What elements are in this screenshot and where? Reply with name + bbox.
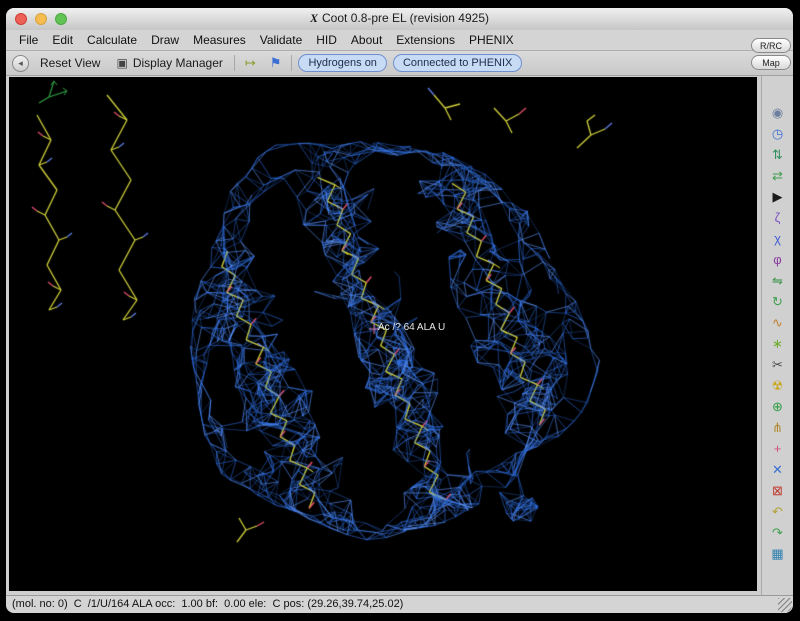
menu-validate[interactable]: Validate (253, 31, 309, 49)
auto-fit-rotamer-icon[interactable]: ▶ (765, 186, 791, 207)
toolbar-overflow-button[interactable]: ◂ (12, 55, 29, 72)
minimize-button[interactable] (35, 13, 47, 25)
torsion-general-icon[interactable]: φ (765, 249, 791, 270)
rigid-body-fit-zone-icon[interactable]: ⇅ (765, 144, 791, 165)
overflow-arrow-icon: ◂ (18, 58, 23, 69)
mutate-and-auto-fit-icon[interactable]: ∗ (765, 333, 791, 354)
rrc-button[interactable]: R/RC (751, 38, 791, 53)
resize-grip[interactable] (778, 598, 792, 612)
toolbar-separator (234, 55, 235, 71)
status-bar: (mol. no: 0) C /1/U/164 ALA occ: 1.00 bf… (6, 595, 793, 613)
rotamers-icon[interactable]: ζ (765, 207, 791, 228)
menu-calculate[interactable]: Calculate (80, 31, 144, 49)
x11-icon: X (310, 11, 318, 25)
menu-file[interactable]: File (12, 31, 45, 49)
side-buttons: R/RC Map (751, 38, 791, 70)
delete-item-icon[interactable]: ⊠ (765, 480, 791, 501)
display-manager-label: Display Manager (133, 56, 223, 70)
molecule-viewport-canvas[interactable] (9, 77, 757, 591)
hydrogens-toggle-button[interactable]: Hydrogens on (298, 54, 387, 72)
go-to-ligand-icon[interactable]: ⚑ (266, 54, 286, 72)
menu-measures[interactable]: Measures (186, 31, 253, 49)
rotate-translate-zone-icon[interactable]: ⇄ (765, 165, 791, 186)
menu-extensions[interactable]: Extensions (389, 31, 462, 49)
menubar: FileEditCalculateDrawMeasuresValidateHID… (6, 30, 793, 51)
side-chain-180-flip-icon[interactable]: ↻ (765, 291, 791, 312)
menu-hid[interactable]: HID (309, 31, 344, 49)
add-alt-conf-icon[interactable]: ⋔ (765, 417, 791, 438)
toolbar-separator (291, 55, 292, 71)
window-title-text: Coot 0.8-pre EL (revision 4925) (322, 11, 489, 25)
window-title: X Coot 0.8-pre EL (revision 4925) (6, 8, 793, 29)
add-terminal-residue-icon[interactable]: ⊕ (765, 396, 791, 417)
coot-window: X Coot 0.8-pre EL (revision 4925) FileEdi… (6, 8, 793, 613)
edit-chi-angles-icon[interactable]: χ (765, 228, 791, 249)
display-manager-button[interactable]: ▣ Display Manager (111, 54, 227, 72)
edit-backbone-torsions-icon[interactable]: ∿ (765, 312, 791, 333)
traffic-lights (15, 13, 67, 25)
undo-icon[interactable]: ↶ (765, 501, 791, 522)
phenix-connection-button[interactable]: Connected to PHENIX (393, 54, 522, 72)
real-space-refine-zone-icon[interactable]: ◉ (765, 102, 791, 123)
menu-draw[interactable]: Draw (144, 31, 186, 49)
menu-about[interactable]: About (344, 31, 389, 49)
map-button[interactable]: Map (751, 55, 791, 70)
viewport-area: Ac /? 64 ALA U ◉◷⇅⇄▶ζχφ⇋↻∿∗✂☢⊕⋔+✕⊠↶↷▦ (6, 76, 793, 595)
run-refmac-icon[interactable]: ☢ (765, 375, 791, 396)
main-toolbar: ◂ Reset View ▣ Display Manager ↦ ⚑ Hydro… (6, 51, 793, 76)
right-toolbar: ◉◷⇅⇄▶ζχφ⇋↻∿∗✂☢⊕⋔+✕⊠↶↷▦ (761, 76, 793, 595)
redo-icon[interactable]: ↷ (765, 522, 791, 543)
close-button[interactable] (15, 13, 27, 25)
menu-edit[interactable]: Edit (45, 31, 80, 49)
place-atom-at-pointer-icon[interactable]: + (765, 438, 791, 459)
display-images-icon[interactable]: ▦ (765, 543, 791, 564)
clear-pending-picks-icon[interactable]: ✕ (765, 459, 791, 480)
simple-mutate-icon[interactable]: ✂ (765, 354, 791, 375)
go-to-atom-icon[interactable]: ↦ (241, 54, 260, 72)
display-manager-icon: ▣ (116, 56, 127, 70)
reset-view-button[interactable]: Reset View (35, 54, 105, 72)
menu-phenix[interactable]: PHENIX (462, 31, 521, 49)
title-bar[interactable]: X Coot 0.8-pre EL (revision 4925) (6, 8, 793, 31)
flip-peptide-icon[interactable]: ⇋ (765, 270, 791, 291)
regularize-zone-icon[interactable]: ◷ (765, 123, 791, 144)
zoom-button[interactable] (55, 13, 67, 25)
